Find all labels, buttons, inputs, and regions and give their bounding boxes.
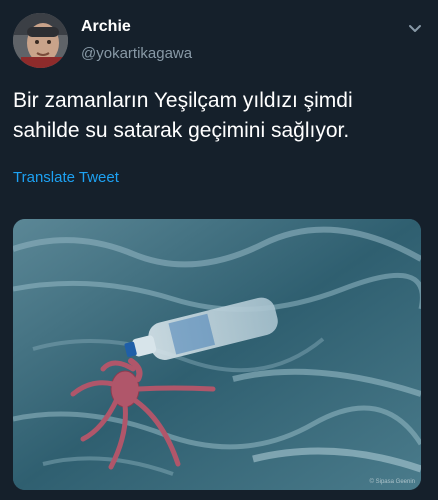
tweet-text: Bir zamanların Yeşilçam yıldızı şimdi sa… (13, 89, 353, 142)
author-handle[interactable]: @yokartikagawa (81, 45, 192, 62)
octopus-bottle-image (13, 219, 421, 490)
translate-tweet-link[interactable]: Translate Tweet (13, 169, 119, 186)
tweet-menu-button[interactable] (405, 18, 425, 38)
chevron-down-icon (409, 25, 421, 32)
tweet-photo[interactable]: © Sipasa Geenin (13, 219, 421, 490)
image-watermark: © Sipasa Geenin (369, 479, 415, 485)
avatar[interactable] (13, 13, 68, 68)
author-name[interactable]: Archie (81, 18, 131, 36)
avatar-image (13, 13, 68, 68)
